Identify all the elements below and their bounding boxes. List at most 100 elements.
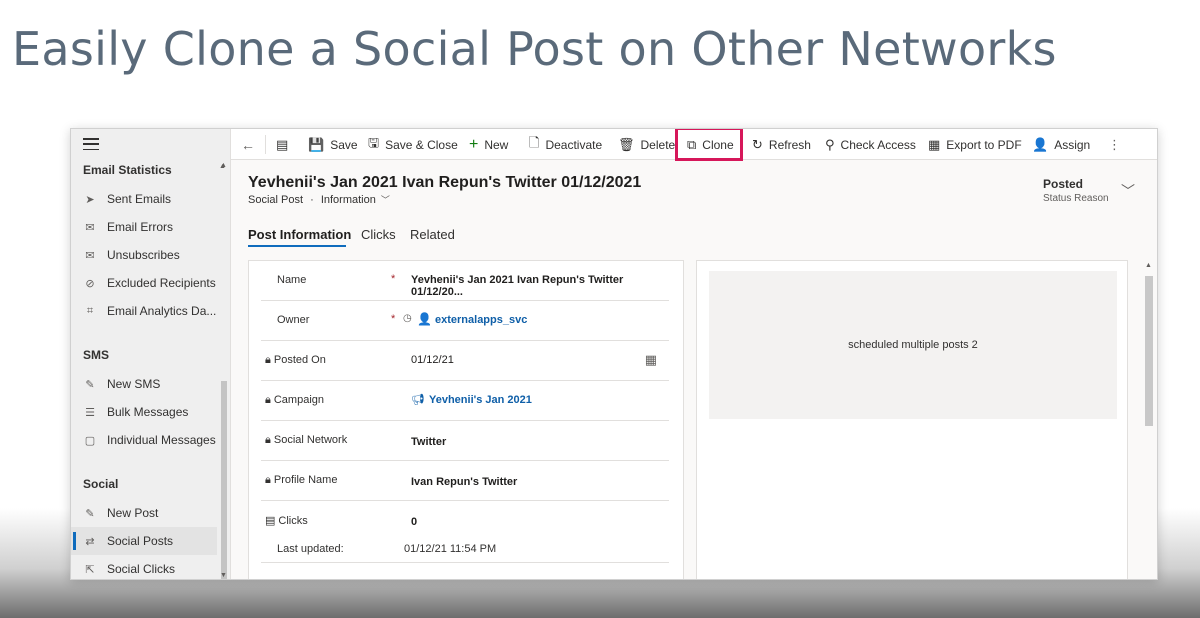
check-access-button[interactable]: ⚲ Check Access: [825, 129, 916, 160]
name-value[interactable]: Yevhenii's Jan 2021 Ivan Repun's Twitter…: [411, 274, 669, 298]
save-close-label: Save & Close: [385, 137, 458, 152]
more-icon: ⋮: [1108, 136, 1121, 152]
last-updated-value: 01/12/21 11:54 PM: [404, 543, 497, 555]
assign-label: Assign: [1054, 137, 1091, 152]
main-scroll-thumb[interactable]: [1145, 276, 1153, 426]
new-post-icon: ✎: [85, 507, 95, 520]
entity-name: Social Post: [248, 194, 304, 206]
sidebar-item-label: Individual Messages: [107, 433, 216, 447]
profile-name-label-text: Profile Name: [273, 474, 338, 486]
tab-post-information[interactable]: Post Information: [248, 227, 351, 242]
sidebar-item-unsubscribes[interactable]: ✉ Unsubscribes: [71, 241, 217, 269]
chevron-down-icon[interactable]: ﹀: [381, 195, 390, 205]
block-icon: ⊘: [85, 277, 95, 290]
sidebar-item-bulk-messages[interactable]: ☰ Bulk Messages: [71, 398, 217, 426]
clone-highlight-box: [675, 129, 743, 161]
save-label: Save: [330, 137, 358, 152]
scroll-up-icon[interactable]: ▲: [1145, 262, 1152, 269]
bulk-messages-icon: ☰: [85, 406, 95, 419]
megaphone-icon: 📢︎: [411, 394, 425, 406]
command-bar: ← ▤ 💾 Save 🖫 Save & Close + New 🗋 Deacti…: [231, 129, 1157, 161]
owner-value[interactable]: externalapps_svc: [435, 314, 527, 326]
sidebar-item-social-posts[interactable]: ⇄ Social Posts: [71, 527, 217, 555]
deactivate-label: Deactivate: [545, 137, 603, 152]
analytics-icon: ⌗: [86, 304, 94, 317]
hamburger-menu-icon[interactable]: [83, 138, 99, 150]
posted-on-label-text: Posted On: [273, 354, 326, 366]
calendar-icon[interactable]: ▦: [645, 352, 657, 368]
sidebar-item-social-clicks[interactable]: ⇱ Social Clicks: [71, 555, 217, 579]
profile-name-label: 🔒︎ Profile Name: [265, 474, 337, 487]
new-button[interactable]: + New: [469, 129, 508, 160]
export-pdf-button[interactable]: ▦ Export to PDF: [928, 129, 1022, 160]
save-icon: 💾: [308, 136, 325, 152]
profile-name-value: Ivan Repun's Twitter: [411, 476, 518, 488]
post-information-section: Name * Yevhenii's Jan 2021 Ivan Repun's …: [248, 260, 684, 579]
new-sms-icon: ✎: [85, 378, 95, 391]
scroll-up-icon[interactable]: ▲: [220, 162, 227, 169]
back-button[interactable]: ←: [241, 129, 261, 160]
lock-icon: 🔒︎: [265, 354, 271, 366]
sidebar-item-new-post[interactable]: ✎ New Post: [71, 499, 217, 527]
name-label: Name: [277, 274, 307, 286]
plus-icon: +: [469, 135, 479, 153]
form-selector[interactable]: Information: [321, 194, 376, 206]
refresh-button[interactable]: ↻ Refresh: [752, 129, 811, 160]
posted-on-value: 01/12/21: [411, 354, 454, 366]
header-expand-chevron-icon[interactable]: ﹀: [1121, 181, 1135, 201]
sidebar-item-excluded-recipients[interactable]: ⊘ Excluded Recipients: [71, 269, 217, 297]
clock-icon: ◷: [403, 313, 412, 324]
social-network-label: 🔒︎ Social Network: [265, 434, 347, 447]
tab-clicks[interactable]: Clicks: [361, 227, 396, 242]
form-icon: ▤: [276, 136, 289, 152]
lock-icon: 🔒︎: [265, 474, 271, 486]
name-field-row: Name * Yevhenii's Jan 2021 Ivan Repun's …: [261, 261, 669, 301]
save-button[interactable]: 💾 Save: [308, 129, 358, 160]
sidebar-scrollbar[interactable]: ▲ ▼: [219, 157, 229, 579]
record-title: Yevhenii's Jan 2021 Ivan Repun's Twitter…: [248, 174, 642, 191]
tab-related[interactable]: Related: [410, 227, 455, 242]
sidebar-scroll-thumb[interactable]: [221, 381, 227, 579]
assign-button[interactable]: 👤 Assign: [1032, 129, 1090, 160]
sidebar-item-email-errors[interactable]: ✉ Email Errors: [71, 213, 217, 241]
scroll-down-icon[interactable]: ▼: [220, 572, 227, 579]
sidebar-item-individual-messages[interactable]: ▢ Individual Messages: [71, 426, 217, 454]
sidebar-item-new-sms[interactable]: ✎ New SMS: [71, 370, 217, 398]
delete-button[interactable]: 🗑 Delete: [618, 129, 675, 160]
sidebar: Email Statistics ▲ ➤ Sent Emails ✉ Email…: [71, 129, 231, 579]
divider: [265, 135, 266, 154]
post-preview-text: scheduled multiple posts 2: [848, 339, 978, 351]
deactivate-button[interactable]: 🗋 Deactivate: [529, 129, 602, 160]
sidebar-item-label: New Post: [107, 506, 159, 520]
posted-on-field-row: 🔒︎ Posted On 01/12/21 ▦: [261, 341, 669, 381]
form-view-button[interactable]: ▤: [276, 129, 294, 160]
slide-title: Easily Clone a Social Post on Other Netw…: [12, 22, 1057, 76]
more-commands-button[interactable]: ⋮: [1108, 129, 1127, 160]
sidebar-section-social: Social: [83, 477, 119, 491]
required-marker: *: [391, 313, 396, 325]
campaign-label: 🔒︎ Campaign: [265, 394, 324, 407]
separator: ·: [310, 194, 314, 206]
social-network-value: Twitter: [411, 436, 447, 448]
active-tab-indicator: [248, 245, 346, 247]
sidebar-item-label: Sent Emails: [107, 192, 172, 206]
sidebar-item-label: Email Analytics Da...: [107, 304, 217, 318]
sidebar-item-email-analytics[interactable]: ⌗ Email Analytics Da...: [71, 297, 217, 325]
social-clicks-icon: ⇱: [85, 563, 95, 576]
campaign-label-text: Campaign: [273, 394, 324, 406]
main-scrollbar[interactable]: ▲: [1143, 260, 1155, 579]
sidebar-item-label: Excluded Recipients: [107, 276, 216, 290]
owner-label: Owner: [277, 314, 310, 326]
campaign-value[interactable]: Yevhenii's Jan 2021: [429, 394, 532, 406]
sidebar-item-sent-emails[interactable]: ➤ Sent Emails: [71, 185, 217, 213]
email-error-icon: ✉: [85, 221, 95, 234]
sidebar-section-sms: SMS: [83, 348, 110, 362]
sidebar-item-label: Social Clicks: [107, 562, 176, 576]
social-posts-icon: ⇄: [85, 535, 95, 548]
rollup-icon: ▤: [265, 515, 276, 527]
assign-user-icon: 👤: [1032, 136, 1049, 152]
social-network-field-row: 🔒︎ Social Network Twitter: [261, 421, 669, 461]
save-close-button[interactable]: 🖫 Save & Close: [368, 129, 458, 160]
sidebar-item-label: Social Posts: [107, 534, 174, 548]
pdf-icon: ▦: [928, 136, 941, 152]
